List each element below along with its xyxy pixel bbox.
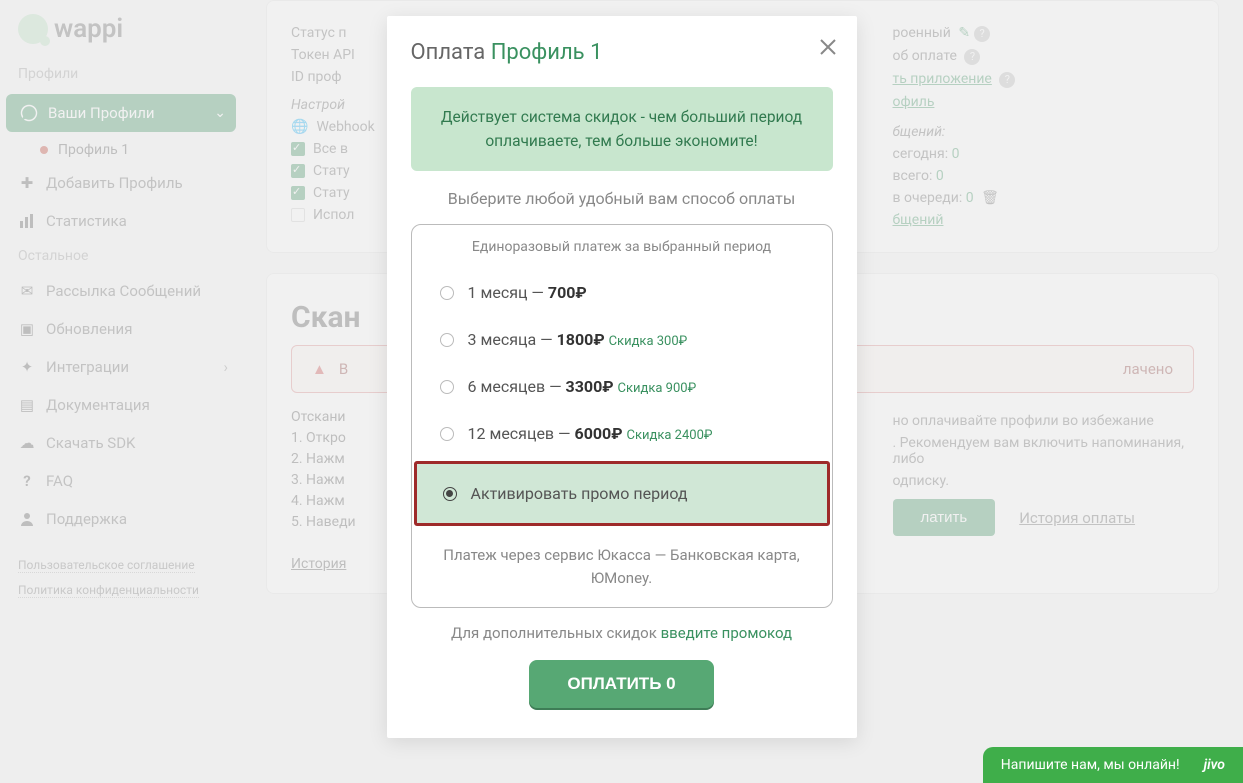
jivo-chat-widget[interactable]: Напишите нам, мы онлайн! jivo	[983, 747, 1243, 783]
yukassa-note: Платеж через сервис Юкасса — Банковская …	[412, 534, 832, 589]
submit-pay-button[interactable]: ОПЛАТИТЬ 0	[529, 660, 713, 708]
option-1-month[interactable]: 1 месяц — 700₽	[412, 269, 832, 316]
jivo-brand: jivo	[1204, 757, 1225, 773]
payment-modal: Оплата Профиль 1 Действует система скидо…	[387, 16, 857, 738]
radio-icon	[443, 487, 457, 501]
close-button[interactable]	[819, 36, 837, 62]
modal-profile-name: Профиль 1	[491, 40, 603, 65]
radio-icon	[440, 380, 454, 394]
option-12-months[interactable]: 12 месяцев — 6000₽ Скидка 2400₽	[412, 410, 832, 457]
payment-options-card: Единоразовый платеж за выбранный период …	[411, 224, 833, 608]
radio-icon	[440, 333, 454, 347]
radio-icon	[440, 286, 454, 300]
option-3-months[interactable]: 3 месяца — 1800₽ Скидка 300₽	[412, 316, 832, 363]
modal-title: Оплата Профиль 1	[411, 40, 833, 65]
radio-icon	[440, 427, 454, 441]
promo-note: Для дополнительных скидок введите промок…	[411, 624, 833, 642]
discount-banner: Действует система скидок - чем больший п…	[411, 87, 833, 171]
jivo-text: Напишите нам, мы онлайн!	[1001, 757, 1180, 773]
close-icon	[819, 38, 837, 56]
modal-overlay: Оплата Профиль 1 Действует система скидо…	[0, 0, 1243, 783]
choose-method-label: Выберите любой удобный вам способ оплаты	[411, 189, 833, 208]
payment-card-title: Единоразовый платеж за выбранный период	[412, 239, 832, 255]
promo-label: Активировать промо период	[471, 484, 688, 503]
option-6-months[interactable]: 6 месяцев — 3300₽ Скидка 900₽	[412, 363, 832, 410]
link-enter-promocode[interactable]: введите промокод	[661, 624, 792, 642]
option-promo[interactable]: Активировать промо период	[414, 461, 830, 526]
